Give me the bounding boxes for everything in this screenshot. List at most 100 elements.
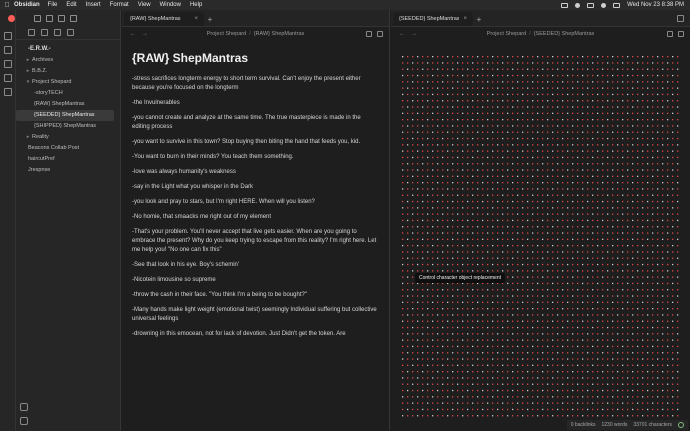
note-line: -Many hands make light weight (emotional… [132, 307, 377, 322]
file-haircutpref[interactable]: haircutPref [16, 154, 120, 165]
right-tab-bar: {SEEDED} ShepMantras × + [391, 10, 690, 27]
note-line: -you look and pray to stars, but I'm rig… [132, 199, 315, 205]
note-line: -drowning in this emocean, not for lack … [132, 331, 346, 337]
menu-edit[interactable]: Edit [66, 2, 76, 8]
replacement-character-field[interactable] [401, 55, 681, 425]
menu-window[interactable]: Window [160, 2, 181, 8]
folder-project-shepard[interactable]: ▾ Project Shepard [16, 77, 120, 88]
chevron-right-icon: ▸ [26, 134, 30, 140]
breadcrumb-note[interactable]: {SEEDED} ShepMantras [534, 31, 595, 37]
breadcrumb-separator: / [249, 31, 251, 37]
tab-seeded-shepmantras[interactable]: {SEEDED} ShepMantras × [393, 12, 473, 26]
reading-view-icon[interactable] [667, 31, 673, 37]
sidebar-bottom [20, 403, 28, 425]
calendar-icon[interactable] [4, 88, 12, 96]
forward-arrow-icon[interactable]: → [411, 31, 417, 37]
status-icons: Wed Nov 23 8:38 PM [561, 2, 690, 8]
breadcrumb-separator: / [529, 31, 531, 37]
command-palette-icon[interactable] [4, 74, 12, 82]
file-shipped-shepmantras[interactable]: {SHIPPED} ShepMantras [16, 121, 120, 132]
close-window-button[interactable] [8, 15, 15, 22]
wifi-icon[interactable] [575, 2, 581, 8]
sort-icon[interactable] [54, 29, 61, 36]
new-folder-icon[interactable] [41, 29, 48, 36]
search-icon[interactable] [601, 2, 607, 8]
note-line: -See that look in his eye. Boy's schemin… [132, 262, 240, 268]
note-content[interactable]: {RAW} ShepMantras -stress sacrifices lon… [122, 41, 389, 429]
graph-view-icon[interactable] [4, 60, 12, 68]
chevron-down-icon: ▾ [26, 79, 30, 85]
file-raw-shepmantras[interactable]: {RAW} ShepMantras [16, 99, 120, 110]
breadcrumb-folder[interactable]: Project Shepard [487, 31, 526, 37]
new-note-icon[interactable] [28, 29, 35, 36]
search-icon[interactable] [4, 46, 12, 54]
sidebar-toggle-icon[interactable] [677, 15, 684, 22]
character-count: 33701 characters [633, 422, 672, 428]
apple-menu-icon[interactable]:  [0, 2, 14, 9]
note-line: -You want to burn in their minds? You te… [132, 154, 294, 160]
note-line: -stress sacrifices longterm energy to sh… [132, 76, 361, 91]
screen-icon[interactable] [561, 2, 569, 8]
control-center-icon[interactable] [613, 2, 621, 8]
breadcrumb-note[interactable]: {RAW} ShepMantras [254, 31, 305, 37]
bookmark-icon[interactable] [58, 14, 65, 22]
breadcrumb-folder[interactable]: Project Shepard [207, 31, 246, 37]
menu-insert[interactable]: Insert [86, 2, 101, 8]
file-seeded-shepmantras[interactable]: {SEEDED} ShepMantras [16, 110, 114, 121]
sidebar-toggle-icon[interactable] [70, 14, 77, 22]
chevron-right-icon: ▸ [26, 68, 30, 74]
right-editor-pane: {SEEDED} ShepMantras × + ← → Project She… [391, 10, 690, 431]
forward-arrow-icon[interactable]: → [142, 31, 148, 37]
gear-icon[interactable] [20, 417, 28, 425]
search-icon[interactable] [46, 14, 53, 22]
sync-status-icon[interactable] [678, 422, 684, 428]
menu-view[interactable]: View [138, 2, 151, 8]
note-line: -No homie, that smaacks me right out of … [132, 214, 272, 220]
help-icon[interactable] [20, 403, 28, 411]
menu-help[interactable]: Help [190, 2, 202, 8]
menu-file[interactable]: File [48, 2, 58, 8]
more-options-icon[interactable] [377, 31, 383, 37]
backlinks-count[interactable]: 0 backlinks [571, 422, 596, 428]
chevron-right-icon: ▸ [26, 57, 30, 63]
collapse-all-icon[interactable] [67, 29, 74, 36]
note-line: -you cannot create and analyze at the sa… [132, 115, 361, 130]
tab-raw-shepmantras[interactable]: {RAW} ShepMantras × [124, 12, 204, 26]
note-title: {RAW} ShepMantras [132, 51, 249, 65]
new-tab-icon[interactable]: + [204, 12, 216, 26]
breadcrumb: Project Shepard / {SEEDED} ShepMantras [391, 31, 690, 37]
vault-name[interactable]: -E.R.W.- [16, 44, 120, 55]
file-explorer-icon[interactable] [4, 32, 12, 40]
close-tab-icon[interactable]: × [194, 16, 198, 22]
explorer-actions [16, 26, 120, 40]
breadcrumb: Project Shepard / {RAW} ShepMantras [122, 31, 389, 37]
back-arrow-icon[interactable]: ← [399, 31, 405, 37]
menu-app-name[interactable]: Obsidian [14, 2, 40, 8]
menu-format[interactable]: Format [110, 2, 129, 8]
note-line: -you want to survive in this town? Stop … [132, 139, 361, 145]
file-jrespnse[interactable]: Jrespnse [16, 165, 120, 176]
status-bar: 0 backlinks 1230 words 33701 characters [566, 420, 688, 430]
left-view-header: ← → Project Shepard / {RAW} ShepMantras [122, 27, 389, 41]
file-beacons-collab-post[interactable]: Beacons Collab Post [16, 143, 120, 154]
more-options-icon[interactable] [678, 31, 684, 37]
new-note-icon[interactable] [34, 14, 41, 22]
folder-bbz[interactable]: ▸ B.B.Z. [16, 66, 120, 77]
reading-view-icon[interactable] [366, 31, 372, 37]
battery-icon[interactable] [587, 2, 595, 8]
folder-archives[interactable]: ▸ Archives [16, 55, 120, 66]
note-line: -That's your problem. You'll never accep… [132, 229, 377, 253]
folder-reality[interactable]: ▸ Reality [16, 132, 120, 143]
sidebar-toolbar [16, 10, 120, 26]
right-nav-buttons: ← → [399, 31, 417, 37]
new-tab-icon[interactable]: + [473, 12, 485, 26]
word-count: 1230 words [601, 422, 628, 428]
note-line: -throw the cash in their face. "You thin… [132, 292, 307, 298]
close-tab-icon[interactable]: × [463, 16, 467, 22]
note-line: -the Invulnerables [132, 100, 180, 106]
back-arrow-icon[interactable]: ← [130, 31, 136, 37]
menu-clock[interactable]: Wed Nov 23 8:38 PM [627, 2, 684, 8]
left-nav-buttons: ← → [130, 31, 148, 37]
menu-bar:  Obsidian File Edit Insert Format View … [0, 0, 690, 10]
file-storytech[interactable]: -storyTECH [16, 88, 120, 99]
